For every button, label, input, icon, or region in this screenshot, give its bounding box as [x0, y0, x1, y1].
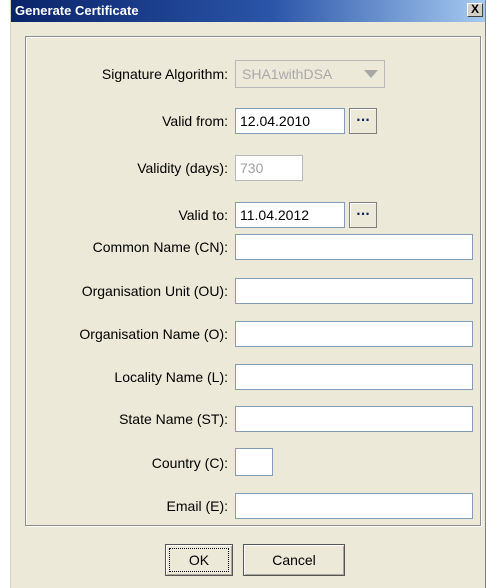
common-name-label: Common Name (CN): — [92, 239, 228, 255]
state-label: State Name (ST): — [119, 411, 228, 427]
email-label: Email (E): — [166, 498, 228, 514]
org-name-field[interactable] — [235, 321, 473, 347]
locality-label: Locality Name (L): — [114, 369, 228, 385]
ok-button[interactable]: OK — [165, 544, 233, 576]
email-field[interactable] — [235, 493, 473, 519]
state-field[interactable] — [235, 406, 473, 432]
org-name-label: Organisation Name (O): — [79, 326, 228, 342]
title-bar[interactable]: Generate Certificate X — [11, 0, 485, 22]
locality-field[interactable] — [235, 364, 473, 390]
chevron-down-icon — [364, 70, 378, 78]
validity-days-label: Validity (days): — [137, 160, 228, 176]
signature-algorithm-value: SHA1withDSA — [242, 66, 333, 82]
signature-algorithm-label: Signature Algorithm: — [101, 66, 228, 82]
valid-to-label: Valid to: — [178, 207, 228, 223]
valid-from-field[interactable] — [235, 108, 345, 134]
country-field[interactable] — [235, 448, 273, 476]
generate-certificate-dialog: Generate Certificate X Signature Algorit… — [10, 0, 486, 588]
valid-from-label: Valid from: — [162, 113, 228, 129]
country-label: Country (C): — [151, 455, 228, 471]
common-name-field[interactable] — [235, 234, 473, 260]
valid-to-picker-button[interactable]: ··· — [349, 202, 377, 228]
valid-to-field[interactable] — [235, 202, 345, 228]
org-unit-field[interactable] — [235, 278, 473, 304]
dialog-title: Generate Certificate — [15, 3, 139, 18]
valid-from-picker-button[interactable]: ··· — [349, 108, 377, 134]
org-unit-label: Organisation Unit (OU): — [81, 283, 228, 299]
signature-algorithm-select: SHA1withDSA — [235, 60, 385, 88]
cancel-button[interactable]: Cancel — [243, 544, 345, 576]
validity-days-field — [235, 155, 303, 181]
close-button[interactable]: X — [467, 3, 483, 17]
